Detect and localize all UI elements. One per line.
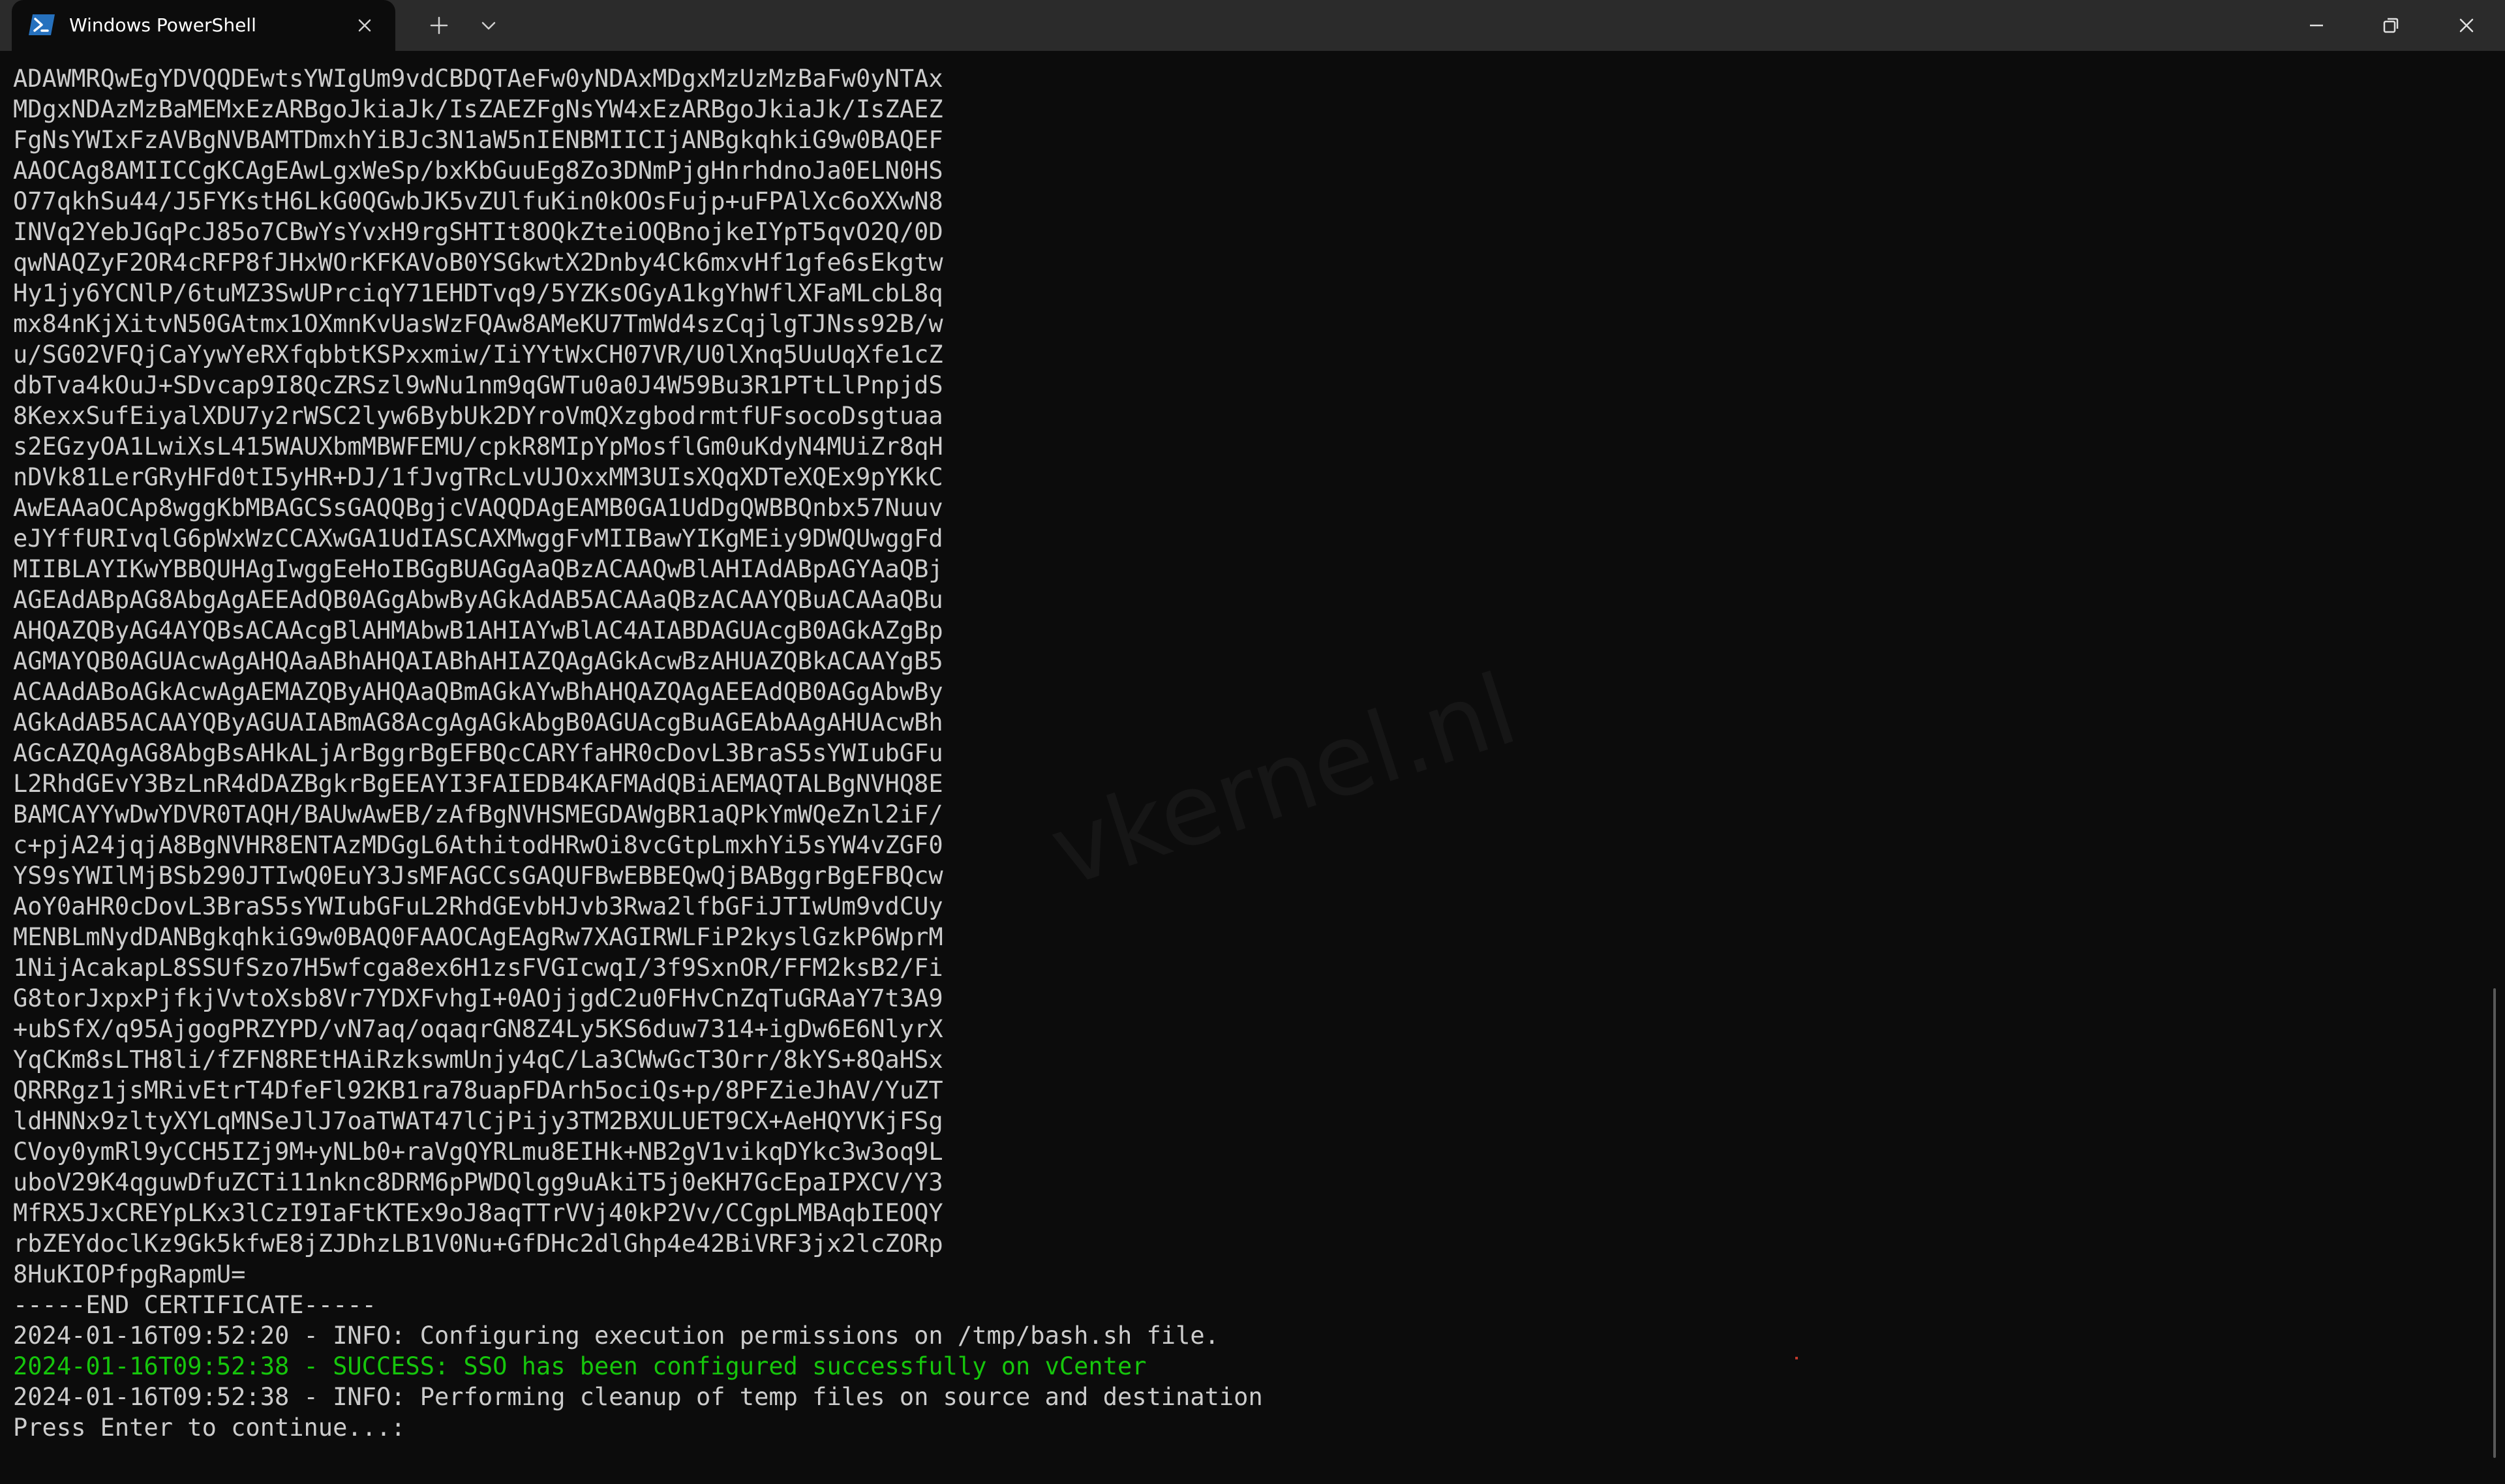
tab-title: Windows PowerShell	[69, 14, 256, 36]
terminal-line: ACAAdABoAGkAcwAgAEMAZQByAHQAaQBmAGkAYwBh…	[13, 678, 943, 706]
terminal-line: AGMAYQB0AGUAcwAgAHQAaABhAHQAIABhAHIAZQAg…	[13, 647, 943, 675]
terminal-line: s2EGzyOA1LwiXsL415WAUXbmMBWFEMU/cpkR8MIp…	[13, 432, 943, 461]
terminal-window: Windows PowerShell ADAWMRQwEgYDVQQDEwtsY…	[0, 0, 2505, 1484]
terminal-line: INVq2YebJGqPcJ85o7CBwYsYvxH9rgSHTIt8OQkZ…	[13, 218, 943, 246]
terminal-line: O77qkhSu44/J5FYKstH6LkG0QGwbJK5vZUlfuKin…	[13, 187, 943, 215]
restore-button[interactable]	[2355, 0, 2427, 51]
terminal-line: AGEAdABpAG8AbgAgAEEAdQB0AGgAbwByAGkAdAB5…	[13, 586, 943, 614]
restore-icon	[2383, 18, 2399, 33]
close-tab-icon[interactable]	[352, 13, 377, 38]
powershell-icon	[29, 14, 55, 35]
terminal-line: nDVk81LerGRyHFd0tI5yHR+DJ/1fJvgTRcLvUJOx…	[13, 463, 943, 491]
terminal-line: FgNsYWIxFzAVBgNVBAMTDmxhYiBJc3N1aW5nIENB…	[13, 126, 943, 154]
minimize-button[interactable]	[2281, 0, 2352, 51]
terminal-line: AHQAZQByAG4AYQBsACAAcgBlAHMAbwB1AHIAYwBl…	[13, 616, 943, 644]
close-window-button[interactable]	[2431, 0, 2502, 51]
terminal-line: dbTva4kOuJ+SDvcap9I8QcZRSzl9wNu1nm9qGWTu…	[13, 371, 943, 399]
terminal-line: AoY0aHR0cDovL3BraS5sYWIubGFuL2RhdGEvbHJv…	[13, 892, 943, 920]
tab-windows-powershell[interactable]: Windows PowerShell	[12, 0, 395, 51]
title-bar[interactable]: Windows PowerShell	[0, 0, 2505, 51]
terminal-line: YS9sYWIlMjBSb290JTIwQ0EuY3JsMFAGCCsGAQUF…	[13, 862, 943, 890]
terminal-line: MENBLmNydDANBgkqhkiG9w0BAQ0FAAOCAgEAgRw7…	[13, 923, 943, 951]
terminal-line: CVoy0ymRl9yCCH5IZj9M+yNLb0+raVgQYRLmu8EI…	[13, 1138, 943, 1166]
terminal-line: MfRX5JxCREYpLKx3lCzI9IaFtKTEx9oJ8aqTTrVV…	[13, 1199, 943, 1227]
terminal-line: Press Enter to continue...:	[13, 1414, 406, 1442]
chevron-down-icon[interactable]	[475, 12, 502, 39]
terminal-line: 8KexxSufEiyalXDU7y2rWSC2lyw6BybUk2DYroVm…	[13, 402, 943, 430]
terminal-line: Hy1jy6YCNlP/6tuMZ3SwUPrciqY71EHDTvq9/5YZ…	[13, 279, 943, 307]
terminal-line: QRRRgz1jsMRivEtrT4DfeFl92KB1ra78uapFDArh…	[13, 1076, 943, 1104]
terminal-line: +ubSfX/q95AjgogPRZYPD/vN7aq/oqaqrGN8Z4Ly…	[13, 1015, 943, 1043]
terminal-line: rbZEYdoclKz9Gk5kfwE8jZJDhzLB1V0Nu+GfDHc2…	[13, 1230, 943, 1258]
terminal-line: MIIBLAYIKwYBBQUHAgIwggEeHoIBGgBUAGgAaQBz…	[13, 555, 943, 583]
terminal-line: G8torJxpxPjfkjVvtoXsb8Vr7YDXFvhgI+0AOjjg…	[13, 984, 943, 1012]
terminal-line: ADAWMRQwEgYDVQQDEwtsYWIgUm9vdCBDQTAeFw0y…	[13, 65, 943, 93]
terminal-line: AwEAAaOCAp8wggKbMBAGCSsGAQQBgjcVAQQDAgEA…	[13, 494, 943, 522]
terminal-line: qwNAQZyF2OR4cRFP8fJHxWOrKFKAVoB0YSGkwtX2…	[13, 249, 943, 277]
terminal-line: YqCKm8sLTH8li/fZFN8REtHAiRzkswmUnjy4qC/L…	[13, 1046, 943, 1074]
minimize-icon	[2310, 24, 2323, 27]
terminal-line: MDgxNDAzMzBaMEMxEzARBgoJkiaJk/IsZAEZFgNs…	[13, 95, 943, 123]
terminal-line: eJYffURIvqlG6pWxWzCCAXwGA1UdIASCAXMwggFv…	[13, 524, 943, 553]
terminal-line: -----END CERTIFICATE-----	[13, 1291, 376, 1319]
terminal-line: 2024-01-16T09:52:38 - SUCCESS: SSO has b…	[13, 1352, 1147, 1380]
terminal-line: uboV29K4qguwDfuZCTi11nknc8DRM6pPWDQlgg9u…	[13, 1168, 943, 1196]
terminal-line: 2024-01-16T09:52:20 - INFO: Configuring …	[13, 1322, 1219, 1350]
terminal-line: mx84nKjXitvN50GAtmx1OXmnKvUasWzFQAw8AMeK…	[13, 310, 943, 338]
scrollbar[interactable]	[2493, 988, 2496, 1458]
terminal-line: 8HuKIOPfpgRapmU=	[13, 1260, 246, 1288]
terminal-line: u/SG02VFQjCaYywYeRXfqbbtKSPxxmiw/IiYYtWx…	[13, 341, 943, 369]
new-tab-plus-icon[interactable]	[425, 12, 453, 39]
terminal-line: 2024-01-16T09:52:38 - INFO: Performing c…	[13, 1383, 1263, 1411]
cursor-dot	[1795, 1357, 1798, 1359]
terminal-line: 1NijAcakapL8SSUfSzo7H5wfcga8ex6H1zsFVGIc…	[13, 954, 943, 982]
terminal-line: ldHNNx9zltyXYLqMNSeJlJ7oaTWAT47lCjPijy3T…	[13, 1107, 943, 1135]
close-icon	[2459, 18, 2474, 33]
terminal-line: AAOCAg8AMIICCgKCAgEAwLgxWeSp/bxKbGuuEg8Z…	[13, 157, 943, 185]
